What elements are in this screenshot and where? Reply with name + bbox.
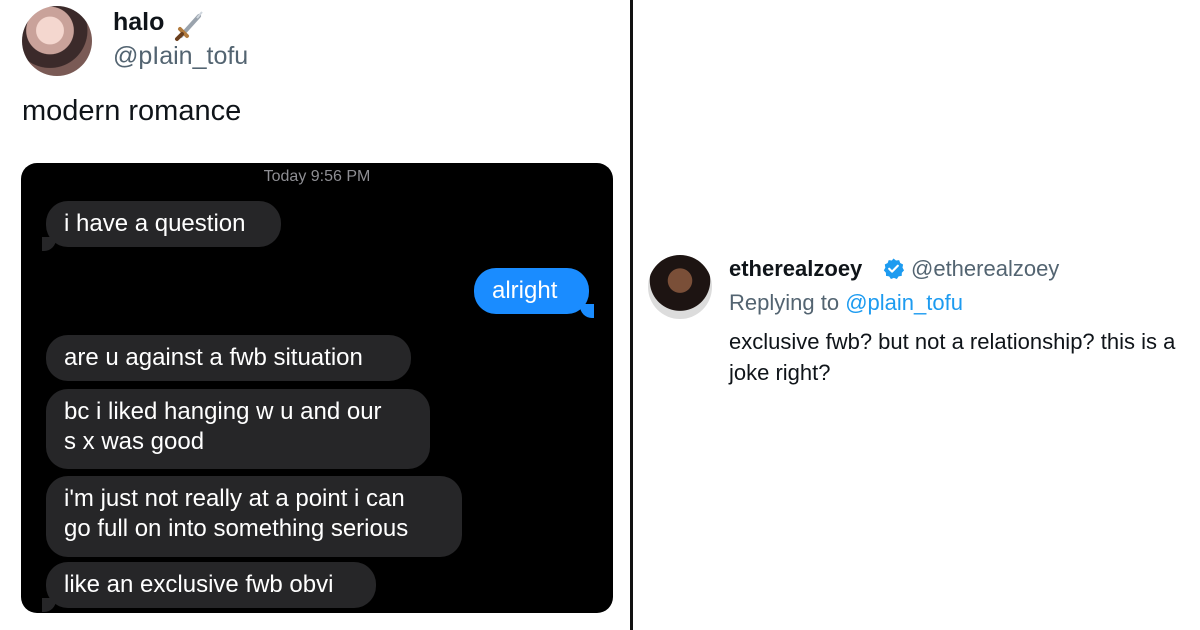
tweet-text: modern romance <box>22 95 242 127</box>
dagger-icon <box>175 11 203 41</box>
message-bubble: i have a question <box>46 201 281 247</box>
panel-divider <box>630 0 633 630</box>
message-bubble: like an exclusive fwb obvi <box>46 562 376 608</box>
replying-prefix: Replying to <box>729 290 840 315</box>
display-name[interactable]: halo <box>113 8 164 37</box>
bubble-tail <box>42 237 56 251</box>
avatar[interactable] <box>648 255 712 319</box>
avatar[interactable] <box>22 6 92 76</box>
reply-text: exclusive fwb? but not a relationship? t… <box>729 329 1176 385</box>
user-handle[interactable]: @pIain_tofu <box>113 42 248 71</box>
chat-screenshot: Today 9:56 PM i have a question alright … <box>21 163 613 613</box>
message-bubble: bc i liked hanging w u and our s x was g… <box>46 389 430 469</box>
verified-badge-icon <box>883 258 905 280</box>
user-handle[interactable]: @etherealzoey <box>911 256 1059 282</box>
chat-timestamp: Today 9:56 PM <box>263 168 371 185</box>
replying-to-line: Replying to @plain_tofu <box>729 290 963 316</box>
mention-link[interactable]: @plain_tofu <box>845 290 963 315</box>
message-bubble: are u against a fwb situation <box>46 335 411 381</box>
bubble-tail <box>580 304 594 318</box>
bubble-tail <box>42 598 56 612</box>
message-bubble: alright <box>474 268 589 314</box>
message-bubble: i'm just not really at a point i can go … <box>46 476 462 557</box>
display-name[interactable]: etherealzoey <box>729 256 862 282</box>
